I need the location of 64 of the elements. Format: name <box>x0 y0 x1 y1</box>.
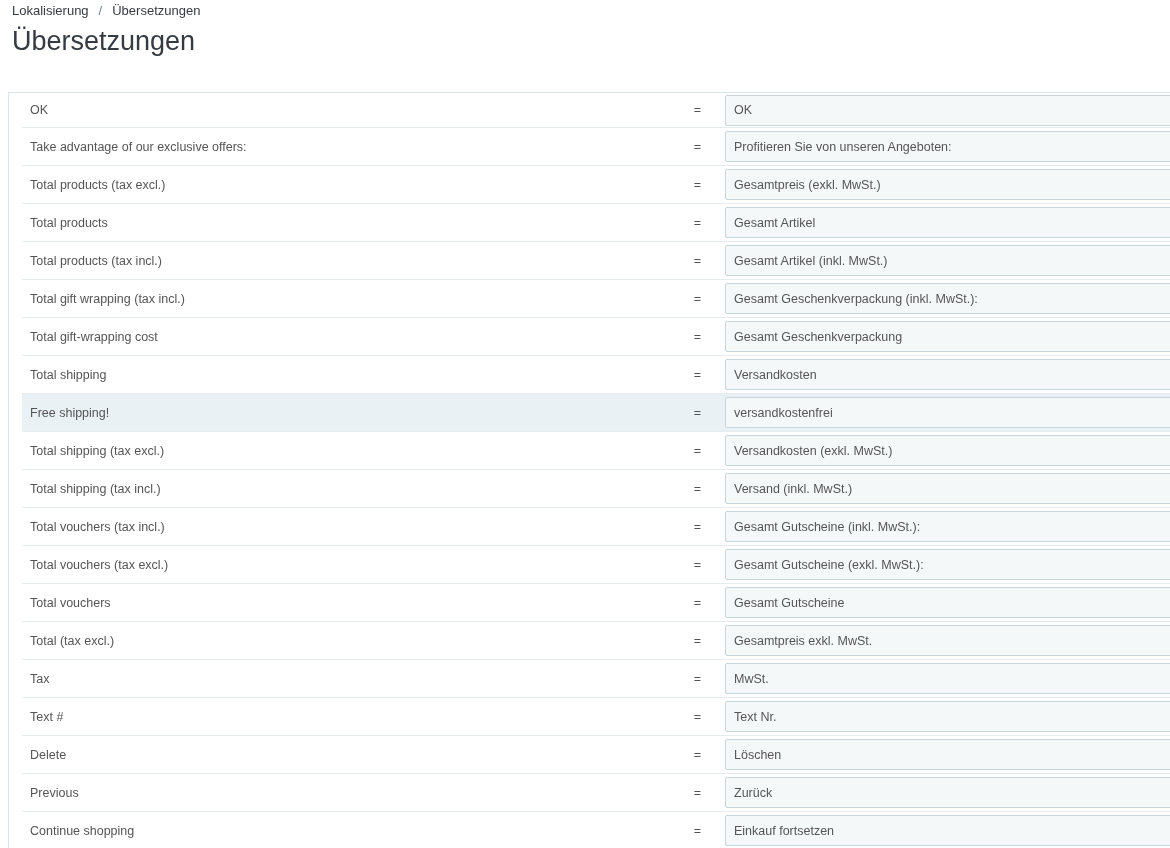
source-text: Free shipping! <box>30 405 111 420</box>
breadcrumb-link[interactable]: Übersetzungen <box>112 2 201 18</box>
source-text: Tax <box>30 671 51 686</box>
source-text: Total products (tax excl.) <box>30 177 167 192</box>
page-title: Übersetzungen <box>12 26 197 57</box>
equals-sign: = <box>692 633 703 648</box>
translation-field[interactable]: Löschen <box>725 739 1170 770</box>
source-text: Total (tax excl.) <box>30 633 116 648</box>
translation-field[interactable]: Gesamt Gutscheine (inkl. MwSt.): <box>725 511 1170 542</box>
equals-sign: = <box>692 253 703 268</box>
translation-field[interactable]: Gesamt Gutscheine (exkl. MwSt.): <box>725 549 1170 580</box>
equals-sign: = <box>692 215 703 230</box>
equals-sign: = <box>692 709 703 724</box>
source-text: Total products <box>30 215 109 230</box>
equals-sign: = <box>692 291 703 306</box>
translation-field[interactable]: Gesamt Geschenkverpackung <box>725 321 1170 352</box>
equals-sign: = <box>692 785 703 800</box>
source-text: Total vouchers (tax excl.) <box>30 557 170 572</box>
translation-field[interactable]: Gesamt Artikel (inkl. MwSt.) <box>725 245 1170 276</box>
translation-field[interactable]: Gesamtpreis (exkl. MwSt.) <box>725 169 1170 200</box>
equals-sign: = <box>692 519 703 534</box>
equals-sign: = <box>692 443 703 458</box>
translation-field[interactable]: Gesamt Artikel <box>725 207 1170 238</box>
source-text: Total shipping <box>30 367 108 382</box>
source-text: Total vouchers (tax incl.) <box>30 519 166 534</box>
equals-sign: = <box>692 747 703 762</box>
source-text: Total gift wrapping (tax incl.) <box>30 291 186 306</box>
translation-field[interactable]: Gesamtpreis exkl. MwSt. <box>725 625 1170 656</box>
translation-field[interactable]: Versandkosten <box>725 359 1170 390</box>
breadcrumb-link[interactable]: Lokalisierung <box>12 2 89 18</box>
translation-field[interactable]: Versandkosten (exkl. MwSt.) <box>725 435 1170 466</box>
source-text: Text # <box>30 709 65 724</box>
equals-sign: = <box>692 671 703 686</box>
equals-sign: = <box>692 103 703 117</box>
equals-sign: = <box>692 139 703 154</box>
translation-field[interactable]: OK <box>725 94 1170 126</box>
translation-field[interactable]: Zurück <box>725 777 1170 808</box>
translation-field[interactable]: MwSt. <box>725 663 1170 694</box>
translation-field[interactable]: Gesamt Gutscheine <box>725 587 1170 618</box>
source-text: Total shipping (tax excl.) <box>30 443 166 458</box>
source-text: Total products (tax incl.) <box>30 253 163 268</box>
source-text: Total shipping (tax incl.) <box>30 481 162 496</box>
equals-sign: = <box>692 367 703 382</box>
equals-sign: = <box>692 557 703 572</box>
source-text: OK <box>30 103 50 117</box>
source-text: Continue shopping <box>30 823 136 838</box>
translation-field[interactable]: Gesamt Geschenkverpackung (inkl. MwSt.): <box>725 283 1170 314</box>
equals-sign: = <box>692 823 703 838</box>
source-text: Total vouchers <box>30 595 112 610</box>
source-text: Take advantage of our exclusive offers: <box>30 139 248 154</box>
translation-field[interactable]: Profitieren Sie von unseren Angeboten: <box>725 131 1170 162</box>
source-text: Total gift-wrapping cost <box>30 329 159 344</box>
equals-sign: = <box>692 177 703 192</box>
translation-field[interactable]: Versand (inkl. MwSt.) <box>725 473 1170 504</box>
equals-sign: = <box>692 405 703 420</box>
equals-sign: = <box>692 329 703 344</box>
breadcrumb-separator: / <box>98 2 103 18</box>
translation-field[interactable]: Einkauf fortsetzen <box>725 815 1170 846</box>
equals-sign: = <box>692 595 703 610</box>
source-text: Delete <box>30 747 68 762</box>
translation-field[interactable]: Text Nr. <box>725 701 1170 732</box>
source-text: Previous <box>30 785 80 800</box>
translation-field[interactable]: versandkostenfrei <box>725 397 1170 428</box>
equals-sign: = <box>692 481 703 496</box>
